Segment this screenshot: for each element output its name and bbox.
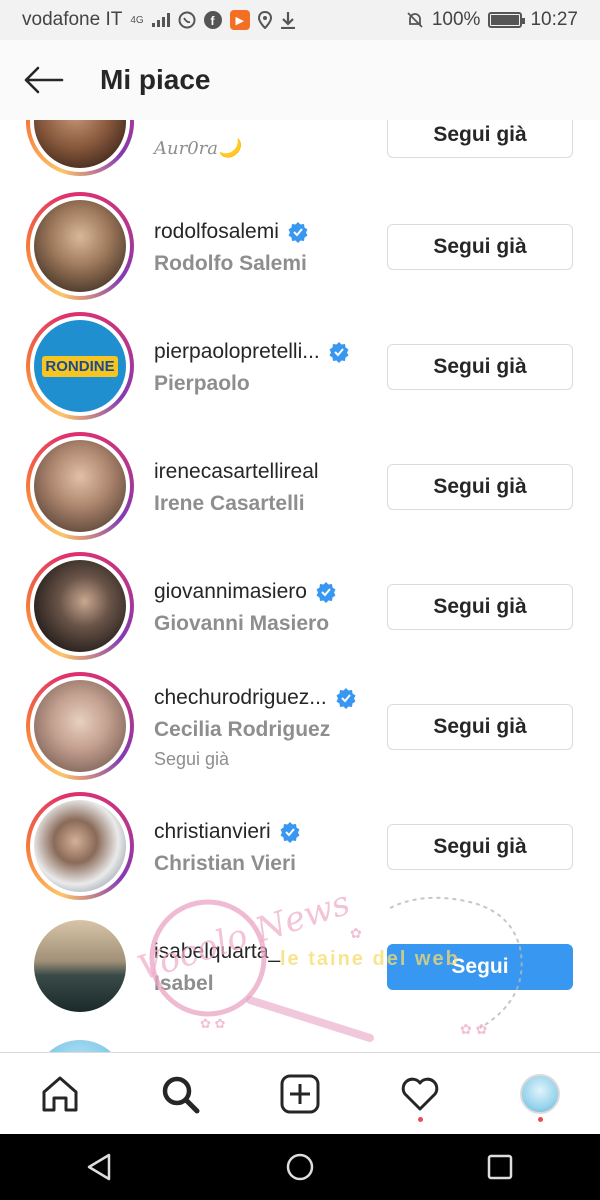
search-icon [162,1076,200,1113]
nav-profile[interactable] [510,1064,570,1124]
home-icon [42,1076,78,1111]
system-nav-bar [0,1134,600,1200]
avatar[interactable] [26,120,134,176]
avatar[interactable] [34,1040,126,1052]
username-text: irenecasartellireal [154,460,319,483]
list-item[interactable]: giovannimasiero Giovanni Masiero Segui g… [0,546,600,666]
likes-list: Aur0ra🌙 Segui già rodolfosalemi Rodolfo … [0,120,600,1052]
list-item[interactable]: Aur0ra🌙 Segui già [0,120,600,182]
verified-badge-icon [316,582,336,603]
full-name: Isabel [154,972,214,995]
status-bar: vodafone IT 4G f ▶ 100% 10:27 [0,0,600,40]
username-text: rodolfosalemi [154,220,279,243]
network-label: 4G [130,14,144,26]
arrow-left-icon [24,66,64,94]
profile-avatar-icon [520,1073,560,1114]
avatar[interactable] [26,552,134,660]
following-button[interactable]: Segui già [387,120,573,158]
username: isabelquarta_ [154,940,280,964]
following-button[interactable]: Segui già [387,704,573,750]
full-name: Christian Vieri [154,852,296,875]
username: christianvieri [154,820,301,844]
nav-home[interactable] [30,1064,90,1124]
square-recents-icon [487,1154,513,1180]
username: rodolfosalemi [154,220,309,244]
play-icon: ▶ [229,10,250,30]
list-item[interactable] [0,1026,600,1052]
following-button[interactable]: Segui già [387,824,573,870]
circle-home-icon [286,1153,314,1181]
follow-status-text: Segui già [154,749,230,769]
avatar-logo-text: RONDINE [42,355,118,377]
list-item[interactable]: isabelquarta_ Isabel Segui [0,906,600,1026]
nav-add-post[interactable] [270,1064,330,1124]
username: irenecasartellireal [154,460,319,484]
username-text: giovannimasiero [154,580,307,603]
notification-dot [537,1116,543,1122]
back-button[interactable] [14,50,74,110]
triangle-back-icon [87,1153,111,1181]
system-home-button[interactable] [270,1137,330,1197]
avatar[interactable] [26,432,134,540]
verified-badge-icon [336,688,356,709]
nav-search[interactable] [150,1064,210,1124]
full-name: Pierpaolo [154,372,250,395]
nav-activity[interactable] [390,1064,450,1124]
list-item[interactable]: RONDINE pierpaolopretelli... Pierpaolo S… [0,306,600,426]
clock: 10:27 [530,9,578,30]
full-name: Aur0ra🌙 [154,138,241,159]
location-icon [257,11,272,29]
avatar[interactable] [26,192,134,300]
heart-icon [401,1077,439,1110]
full-name: Irene Casartelli [154,492,305,515]
following-button[interactable]: Segui già [387,224,573,270]
avatar[interactable] [26,672,134,780]
username-text: christianvieri [154,820,271,843]
verified-badge-icon [280,822,300,843]
avatar[interactable]: RONDINE [26,312,134,420]
follow-button[interactable]: Segui [387,944,573,990]
silent-bell-icon [406,11,424,29]
username-text: pierpaolopretelli... [154,340,320,363]
full-name: Giovanni Masiero [154,612,330,635]
following-button[interactable]: Segui già [387,464,573,510]
following-button[interactable]: Segui già [387,344,573,390]
verified-badge-icon [329,342,349,363]
list-item[interactable]: irenecasartellireal Irene Casartelli Seg… [0,426,600,546]
whatsapp-icon [178,11,196,29]
following-button[interactable]: Segui già [387,584,573,630]
page-title: Mi piace [100,64,211,95]
list-item[interactable]: rodolfosalemi Rodolfo Salemi Segui già [0,186,600,306]
system-back-button[interactable] [70,1137,130,1197]
list-item[interactable]: christianvieri Christian Vieri Segui già [0,786,600,906]
verified-badge-icon [288,222,308,243]
bottom-nav [0,1052,600,1134]
full-name: Rodolfo Salemi [154,252,307,275]
battery-percent: 100% [431,9,481,30]
add-post-icon [280,1074,320,1113]
username-text: chechurodriguez... [154,686,327,709]
download-icon [280,11,296,29]
notification-dot [417,1116,423,1122]
system-recents-button[interactable] [470,1137,530,1197]
facebook-icon: f [203,11,222,29]
username-text: isabelquarta_ [154,940,281,963]
username: pierpaolopretelli... [154,340,350,364]
signal-icon [151,13,170,27]
full-name: Cecilia Rodriguez [154,718,331,741]
username: chechurodriguez... [154,686,357,710]
avatar[interactable] [34,920,126,1012]
avatar[interactable] [26,792,134,900]
carrier-label: vodafone IT [22,9,123,30]
battery-icon [488,12,526,28]
top-header: Mi piace [0,40,600,120]
username: giovannimasiero [154,580,337,604]
list-item[interactable]: chechurodriguez... Cecilia Rodriguez Seg… [0,666,600,786]
